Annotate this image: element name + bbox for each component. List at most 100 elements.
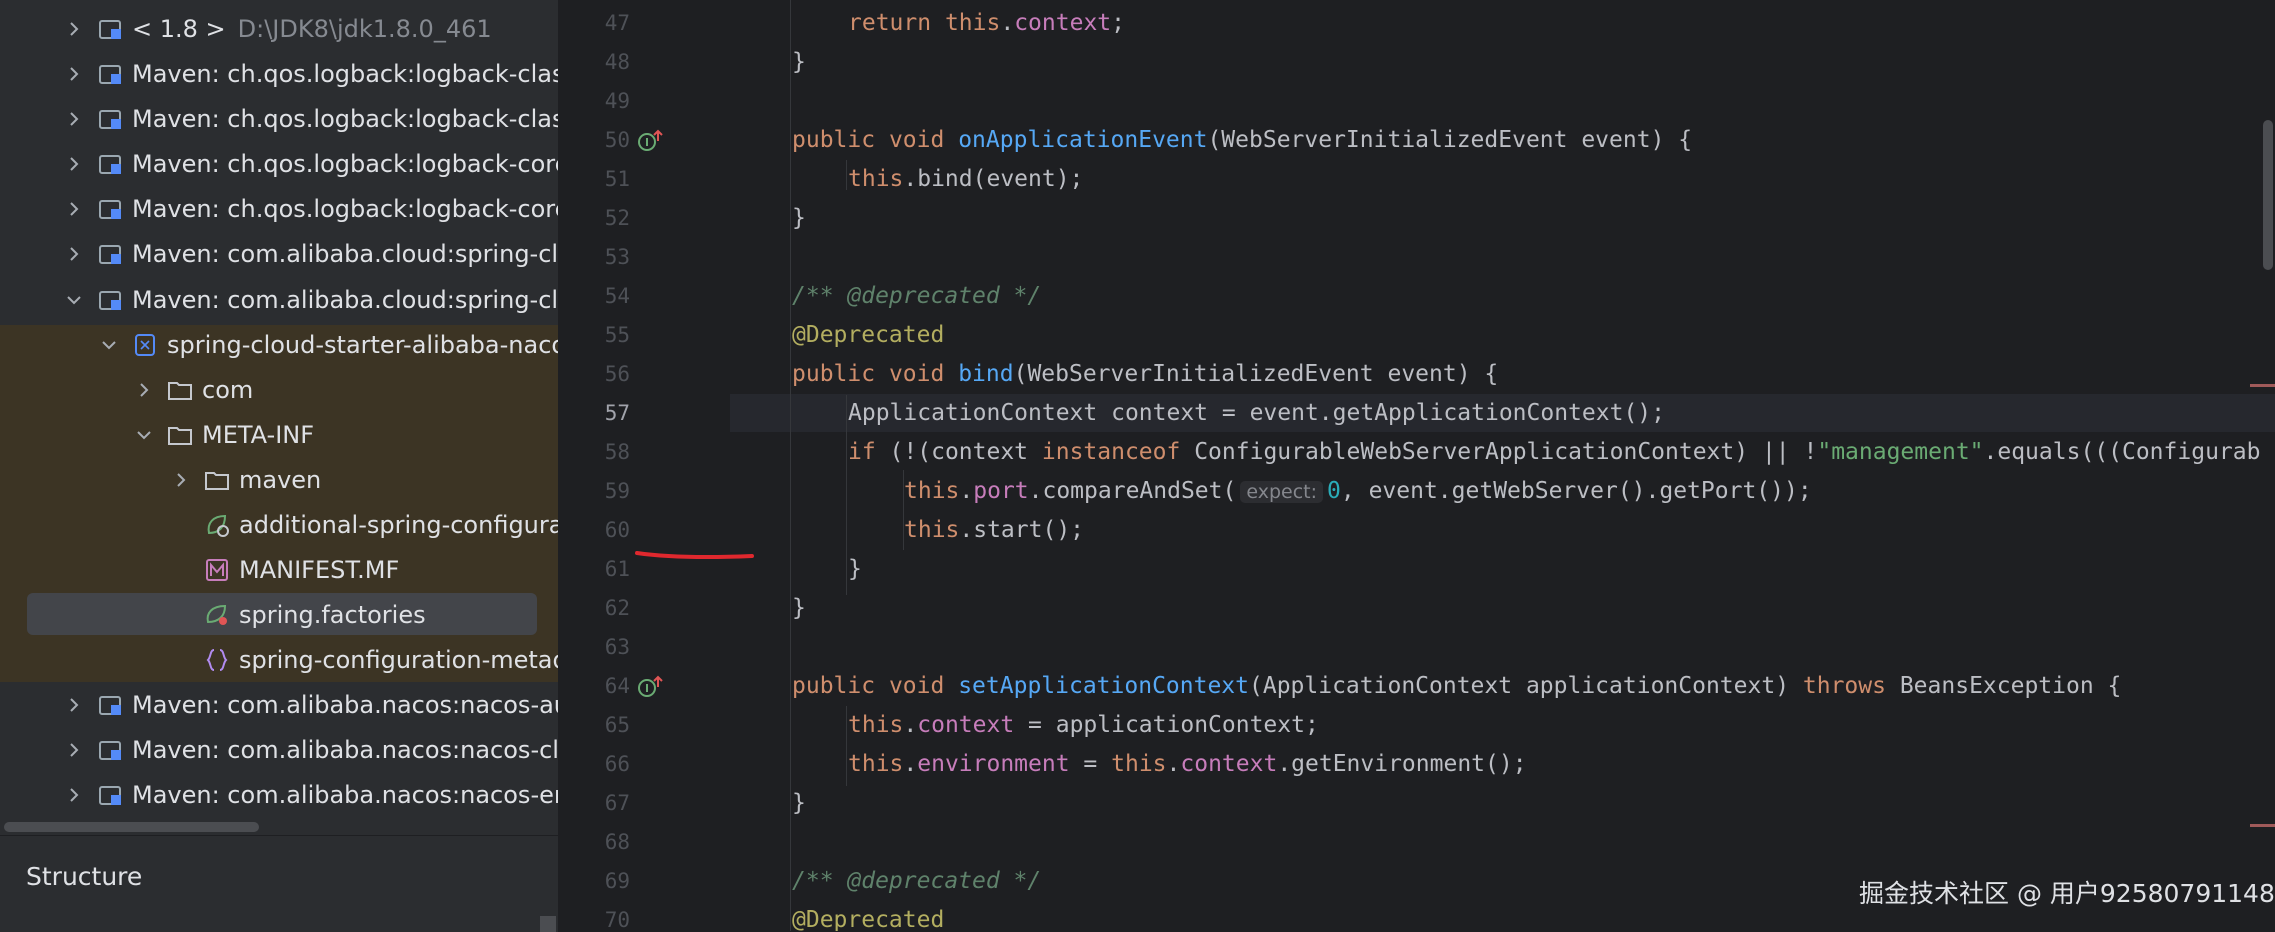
- line-number: 49: [604, 89, 630, 113]
- keyword: this: [848, 166, 904, 192]
- library-icon: [96, 240, 124, 268]
- code-text: = applicationContext;: [1014, 712, 1319, 738]
- spring-config-icon: [203, 511, 231, 539]
- tree-row-maven-lib[interactable]: Maven: com.alibaba.nacos:nacos-clie: [0, 727, 558, 772]
- code-text: .start();: [959, 517, 1085, 543]
- code-line-66: this.environment = this.context.getEnvir…: [848, 751, 1527, 777]
- error-stripe-mark[interactable]: [2250, 384, 2275, 387]
- chevron-right-icon[interactable]: [62, 152, 86, 176]
- tree-horizontal-scrollbar[interactable]: [0, 820, 558, 835]
- line-number: 56: [604, 362, 630, 386]
- line-number: 54: [604, 284, 630, 308]
- chevron-right-icon[interactable]: [62, 17, 86, 41]
- chevron-down-icon[interactable]: [62, 288, 86, 312]
- code-line-60: this.start();: [904, 517, 1084, 543]
- keyword: void: [888, 673, 945, 699]
- code-text: BeansException {: [1885, 673, 2122, 699]
- tree-row-file-spring-factories[interactable]: spring.factories: [0, 592, 558, 637]
- tree-row-file-config-metadata[interactable]: spring-configuration-metad: [0, 637, 558, 682]
- code-line-51: this.bind(event);: [848, 166, 1083, 192]
- keyword: public: [792, 673, 876, 699]
- code-line-62: }: [792, 595, 806, 621]
- keyword: instanceof: [1041, 439, 1181, 465]
- chevron-down-icon[interactable]: [132, 423, 156, 447]
- parameter-hint: expect:: [1240, 481, 1324, 503]
- number-literal: 0: [1327, 478, 1341, 504]
- tree-row-maven-lib[interactable]: Maven: com.alibaba.cloud:spring-clou: [0, 231, 558, 276]
- tree-row-label: Maven: com.alibaba.cloud:spring-clou: [132, 285, 558, 314]
- field: context: [1180, 751, 1278, 777]
- keyword: public: [792, 127, 876, 153]
- tree-row-file-manifest[interactable]: MANIFEST.MF: [0, 547, 558, 592]
- tree-row-maven-lib[interactable]: Maven: ch.qos.logback:logback-class: [0, 96, 558, 141]
- implements-icon[interactable]: [636, 127, 664, 155]
- code-editor[interactable]: 47 48 49 50 51 52 53 54 55 56 57 58 59 6…: [560, 0, 2275, 931]
- keyword: public: [792, 361, 876, 387]
- code-text: .getEnvironment();: [1277, 751, 1527, 777]
- tree-row-maven-lib[interactable]: Maven: com.alibaba.nacos:nacos-aut: [0, 682, 558, 727]
- library-icon: [96, 150, 124, 178]
- code-line-64: public void setApplicationContext(Applic…: [792, 673, 2121, 699]
- tree-row-label: Maven: com.alibaba.nacos:nacos-enc: [132, 780, 558, 809]
- chevron-right-icon[interactable]: [62, 62, 86, 86]
- chevron-right-icon[interactable]: [62, 738, 86, 762]
- structure-scrollbar[interactable]: [540, 916, 556, 932]
- keyword: throws: [1802, 673, 1886, 699]
- library-icon: [96, 195, 124, 223]
- method-name: onApplicationEvent: [958, 127, 1208, 153]
- tree-row-maven-lib[interactable]: Maven: ch.qos.logback:logback-core:: [0, 141, 558, 186]
- line-number: 47: [604, 11, 630, 35]
- library-icon: [96, 286, 124, 314]
- chevron-right-icon[interactable]: [62, 242, 86, 266]
- indent-guide: [790, 0, 791, 931]
- tree-row-folder-meta-inf[interactable]: META-INF: [0, 412, 558, 457]
- line-number: 61: [604, 557, 630, 581]
- implements-icon[interactable]: [636, 673, 664, 701]
- line-number: 50: [604, 128, 630, 152]
- chevron-right-icon[interactable]: [62, 107, 86, 131]
- code-text: =: [1069, 751, 1112, 777]
- tree-row-maven-lib[interactable]: Maven: com.alibaba.nacos:nacos-enc: [0, 772, 558, 817]
- keyword: this: [944, 10, 1001, 36]
- code-line-47: return this.context;: [848, 10, 1125, 36]
- line-number: 68: [604, 830, 630, 854]
- line-number: 69: [604, 869, 630, 893]
- tree-row-maven-lib-expanded[interactable]: Maven: com.alibaba.cloud:spring-clou: [0, 277, 558, 322]
- manifest-icon: [203, 556, 231, 584]
- scrollbar-thumb[interactable]: [2263, 120, 2273, 270]
- keyword: void: [888, 361, 945, 387]
- chevron-right-icon[interactable]: [62, 197, 86, 221]
- code-text: , event.getWebServer().getPort());: [1340, 478, 1812, 504]
- tree-row-file-additional-config[interactable]: additional-spring-configura: [0, 502, 558, 547]
- line-number-current: 57: [604, 401, 630, 425]
- method-name: setApplicationContext: [958, 673, 1249, 699]
- structure-panel-title[interactable]: Structure: [26, 862, 142, 891]
- tree-row-maven-lib[interactable]: Maven: ch.qos.logback:logback-class: [0, 51, 558, 96]
- tree-row-jar[interactable]: spring-cloud-starter-alibaba-naco: [0, 322, 558, 367]
- editor-gutter: 47 48 49 50 51 52 53 54 55 56 57 58 59 6…: [560, 0, 730, 931]
- editor-vertical-scrollbar[interactable]: [2260, 0, 2275, 931]
- tree-row-folder-maven[interactable]: maven: [0, 457, 558, 502]
- tree-row-label: Maven: ch.qos.logback:logback-class: [132, 104, 558, 133]
- chevron-right-icon[interactable]: [62, 783, 86, 807]
- chevron-down-icon[interactable]: [97, 333, 121, 357]
- folder-icon: [203, 466, 231, 494]
- code-text: ConfigurableWebServerApplicationContext)…: [1180, 439, 1818, 465]
- field: port: [973, 478, 1029, 504]
- chevron-right-icon[interactable]: [62, 693, 86, 717]
- tree-row-label: < 1.8 >: [132, 14, 226, 43]
- scrollbar-thumb[interactable]: [4, 822, 259, 832]
- tree-row-jdk[interactable]: < 1.8 > D:\JDK8\jdk1.8.0_461: [0, 6, 558, 51]
- code-text: (!(context: [875, 439, 1042, 465]
- chevron-right-icon[interactable]: [132, 378, 156, 402]
- code-line-55-annotation: @Deprecated: [792, 322, 945, 348]
- error-stripe-mark[interactable]: [2250, 824, 2275, 827]
- code-text: (WebServerInitializedEvent event) {: [1207, 127, 1693, 153]
- code-text: ;: [1111, 10, 1125, 36]
- keyword: this: [848, 712, 904, 738]
- library-icon: [96, 105, 124, 133]
- tree-row-folder-com[interactable]: com: [0, 367, 558, 412]
- line-number: 53: [604, 245, 630, 269]
- tree-row-maven-lib[interactable]: Maven: ch.qos.logback:logback-core:: [0, 186, 558, 231]
- chevron-right-icon[interactable]: [169, 468, 193, 492]
